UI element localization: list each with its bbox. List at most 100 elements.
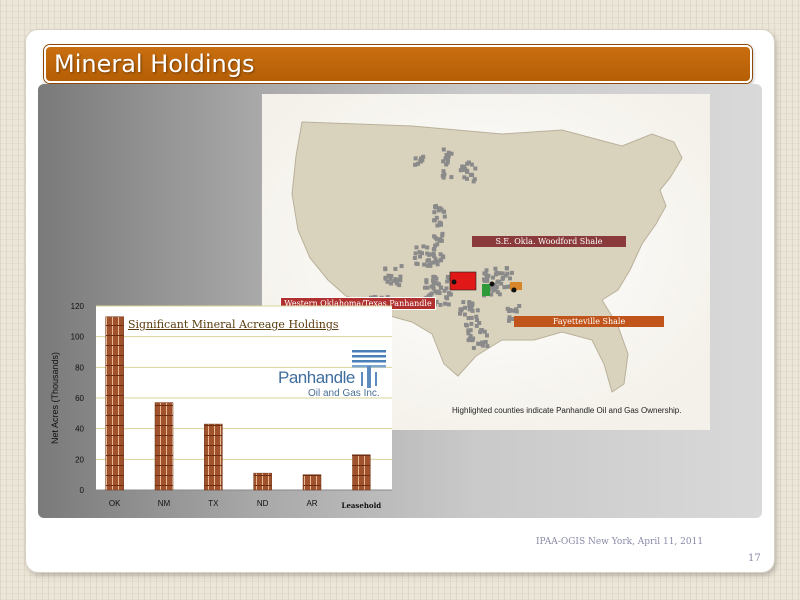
y-tick-label: 80 <box>75 363 84 372</box>
county-block <box>432 247 437 252</box>
woodford-highlight <box>482 284 490 296</box>
county-block <box>442 214 447 219</box>
county-block <box>432 210 437 215</box>
county-block <box>432 234 437 239</box>
county-block <box>448 292 453 297</box>
county-block <box>480 328 485 333</box>
county-block <box>395 278 400 283</box>
county-block <box>431 251 436 256</box>
county-block <box>388 277 393 282</box>
county-block <box>505 266 509 271</box>
county-block <box>445 274 450 279</box>
county-block <box>438 302 443 307</box>
x-tick-label: AR <box>306 499 317 508</box>
county-block <box>464 322 468 327</box>
bar-nd <box>253 472 272 491</box>
county-block <box>483 340 488 344</box>
county-block <box>470 308 475 313</box>
x-tick-label: ND <box>257 499 269 508</box>
county-block <box>493 287 498 292</box>
logo-name: Panhandle <box>278 368 355 387</box>
woodford-shale-label: S.E. Okla. Woodford Shale <box>472 236 626 247</box>
county-block <box>419 156 423 161</box>
county-block <box>475 308 480 313</box>
county-block <box>458 307 463 312</box>
county-block <box>485 344 490 349</box>
county-block <box>441 147 446 152</box>
county-block <box>475 318 479 322</box>
county-block <box>433 243 438 248</box>
county-block <box>499 281 504 286</box>
title-bar: Mineral Holdings <box>44 45 752 83</box>
county-block <box>438 237 443 242</box>
county-block <box>426 263 430 268</box>
county-block <box>501 275 505 280</box>
y-tick-label: 40 <box>75 425 84 434</box>
county-block <box>511 308 515 313</box>
county-block <box>468 333 473 338</box>
county-block <box>429 291 434 296</box>
y-axis-label: Net Acres (Thousands) <box>50 352 60 444</box>
county-block <box>444 162 449 167</box>
county-block <box>474 323 479 328</box>
county-block <box>444 153 449 158</box>
logo-subtitle: Oil and Gas Inc. <box>308 388 380 399</box>
map-caption: Highlighted counties indicate Panhandle … <box>452 406 682 415</box>
county-block <box>491 275 495 280</box>
county-block <box>434 276 439 281</box>
county-block <box>417 250 422 255</box>
county-block <box>469 321 474 326</box>
bar-tx <box>204 423 223 491</box>
county-block <box>484 268 489 273</box>
x-tick-label: TX <box>208 499 219 508</box>
county-block <box>466 338 471 343</box>
y-tick-label: 100 <box>71 333 85 342</box>
county-block <box>470 172 474 177</box>
county-block <box>416 161 420 166</box>
county-block <box>507 318 511 323</box>
county-block <box>434 259 439 264</box>
y-tick-label: 60 <box>75 394 84 403</box>
county-block <box>383 276 388 281</box>
county-block <box>398 274 403 279</box>
county-block <box>484 277 489 282</box>
county-block <box>431 284 436 289</box>
county-block <box>424 278 429 283</box>
county-block <box>508 276 512 281</box>
county-block <box>389 281 394 286</box>
county-block <box>399 264 404 269</box>
county-block <box>438 258 443 263</box>
fayetteville-shale-label: Fayetteville Shale <box>514 316 664 327</box>
county-block <box>440 254 445 259</box>
county-block <box>444 286 449 291</box>
bar-nm <box>154 402 174 491</box>
county-block <box>485 333 489 338</box>
county-block <box>462 312 467 317</box>
county-block <box>413 251 418 256</box>
county-block <box>462 175 467 180</box>
county-block <box>466 316 471 321</box>
county-block <box>436 289 441 294</box>
county-block <box>505 284 510 289</box>
county-block <box>434 215 439 220</box>
county-block <box>393 266 398 271</box>
county-block <box>449 175 454 180</box>
chart-title: Significant Mineral Acreage Holdings <box>128 318 339 331</box>
county-block <box>421 244 426 249</box>
y-tick-label: 120 <box>71 302 85 311</box>
county-block <box>446 158 450 163</box>
county-block <box>436 208 441 213</box>
bar-ar <box>302 474 322 491</box>
county-block <box>415 262 420 266</box>
county-block <box>442 172 447 177</box>
page-number: 17 <box>748 553 761 564</box>
county-block <box>418 254 422 259</box>
county-block <box>412 256 417 260</box>
county-block <box>509 270 514 275</box>
county-block <box>507 309 512 313</box>
county-block <box>446 302 451 307</box>
county-block <box>422 262 427 267</box>
county-block <box>493 266 498 271</box>
county-block <box>425 245 430 250</box>
county-block <box>439 285 444 290</box>
